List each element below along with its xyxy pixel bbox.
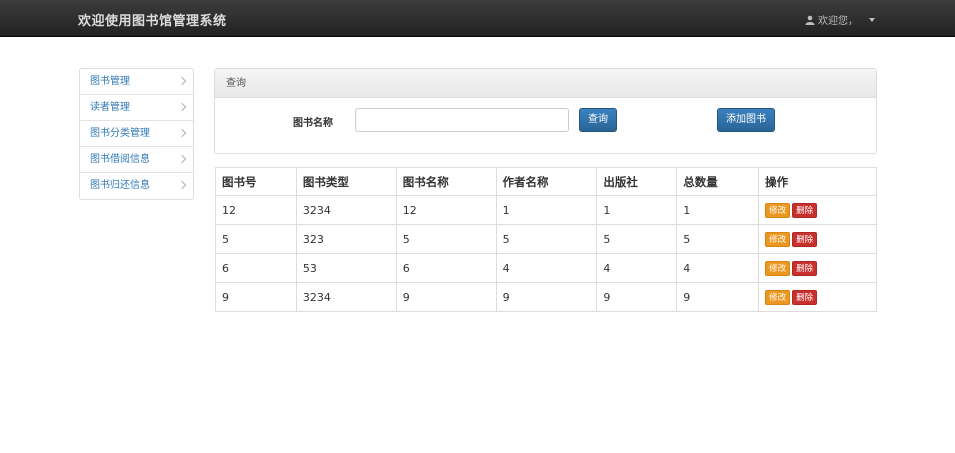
table-cell: 9 <box>676 282 760 312</box>
sidebar-item-label: 图书分类管理 <box>90 128 150 139</box>
panel-heading: 查询 <box>215 69 876 98</box>
table-cell: 53 <box>295 253 397 283</box>
user-greeting: 欢迎您， <box>818 16 858 27</box>
delete-button[interactable]: 删除 <box>792 260 818 276</box>
delete-button[interactable]: 删除 <box>792 231 818 247</box>
table-cell: 5 <box>676 224 760 254</box>
actions-cell: 修改 删除 <box>758 224 877 254</box>
table-cell: 12 <box>215 195 297 225</box>
table-cell: 1 <box>495 195 598 225</box>
table-cell: 5 <box>215 224 297 254</box>
table-header-row: 图书号 图书类型 图书名称 作者名称 出版社 总数量 操作 <box>215 167 877 196</box>
table-cell: 9 <box>395 282 497 312</box>
table-cell: 3234 <box>295 282 397 312</box>
actions-cell: 修改 删除 <box>758 195 877 225</box>
column-header: 图书类型 <box>295 167 397 196</box>
column-header: 作者名称 <box>495 167 598 196</box>
sidebar-nav: 图书管理 读者管理 图书分类管理 图书借阅信息 图书归还信息 <box>79 68 194 200</box>
delete-button[interactable]: 删除 <box>792 289 818 305</box>
column-header: 操作 <box>758 167 877 196</box>
table-cell: 5 <box>596 224 678 254</box>
table-cell: 9 <box>215 282 297 312</box>
delete-button[interactable]: 删除 <box>792 202 818 218</box>
edit-button[interactable]: 修改 <box>765 231 791 247</box>
table-row: 6 53 6 4 4 4 修改 删除 <box>215 253 877 283</box>
column-header: 总数量 <box>676 167 760 196</box>
caret-down-icon <box>869 17 875 22</box>
sidebar-item-label: 图书管理 <box>90 76 130 87</box>
query-button[interactable]: 查询 <box>579 108 617 132</box>
sidebar-item-label: 图书归还信息 <box>90 180 150 191</box>
sidebar-item-reader-management[interactable]: 读者管理 <box>80 95 193 121</box>
add-book-button[interactable]: 添加图书 <box>717 108 775 132</box>
table-row: 9 3234 9 9 9 9 修改 删除 <box>215 282 877 312</box>
books-table: 图书号 图书类型 图书名称 作者名称 出版社 总数量 操作 12 3234 12… <box>215 167 877 312</box>
edit-button[interactable]: 修改 <box>765 289 791 305</box>
table-cell: 4 <box>676 253 760 283</box>
table-cell: 5 <box>495 224 598 254</box>
actions-cell: 修改 删除 <box>758 253 877 283</box>
sidebar-item-category-management[interactable]: 图书分类管理 <box>80 121 193 147</box>
book-name-input[interactable] <box>355 108 569 132</box>
table-cell: 5 <box>395 224 497 254</box>
user-icon <box>805 15 815 25</box>
column-header: 图书号 <box>215 167 297 196</box>
actions-cell: 修改 删除 <box>758 282 877 312</box>
table-cell: 1 <box>676 195 760 225</box>
sidebar-item-borrow-info[interactable]: 图书借阅信息 <box>80 147 193 173</box>
table-cell: 1 <box>596 195 678 225</box>
column-header: 出版社 <box>596 167 678 196</box>
app-title[interactable]: 欢迎使用图书馆管理系统 <box>78 10 227 29</box>
table-cell: 6 <box>395 253 497 283</box>
edit-button[interactable]: 修改 <box>765 202 791 218</box>
table-cell: 3234 <box>295 195 397 225</box>
table-cell: 12 <box>395 195 497 225</box>
table-cell: 4 <box>596 253 678 283</box>
table-cell: 9 <box>596 282 678 312</box>
table-cell: 323 <box>295 224 397 254</box>
table-row: 5 323 5 5 5 5 修改 删除 <box>215 224 877 254</box>
user-menu[interactable]: 欢迎您， <box>805 12 875 27</box>
chevron-right-icon <box>177 128 187 138</box>
sidebar-item-book-management[interactable]: 图书管理 <box>80 69 193 95</box>
chevron-right-icon <box>177 154 187 164</box>
edit-button[interactable]: 修改 <box>765 260 791 276</box>
column-header: 图书名称 <box>395 167 497 196</box>
sidebar-item-label: 图书借阅信息 <box>90 154 150 165</box>
table-row: 12 3234 12 1 1 1 修改 删除 <box>215 195 877 225</box>
top-navbar: 欢迎使用图书馆管理系统 欢迎您， <box>0 0 955 37</box>
chevron-right-icon <box>177 76 187 86</box>
table-cell: 9 <box>495 282 598 312</box>
table-cell: 6 <box>215 253 297 283</box>
sidebar-item-label: 读者管理 <box>90 102 130 113</box>
query-panel: 查询 图书名称 查询 添加图书 <box>214 68 877 154</box>
chevron-right-icon <box>177 102 187 112</box>
chevron-right-icon <box>177 180 187 190</box>
table-cell: 4 <box>495 253 598 283</box>
sidebar-item-return-info[interactable]: 图书归还信息 <box>80 173 193 199</box>
book-name-label: 图书名称 <box>293 118 333 129</box>
